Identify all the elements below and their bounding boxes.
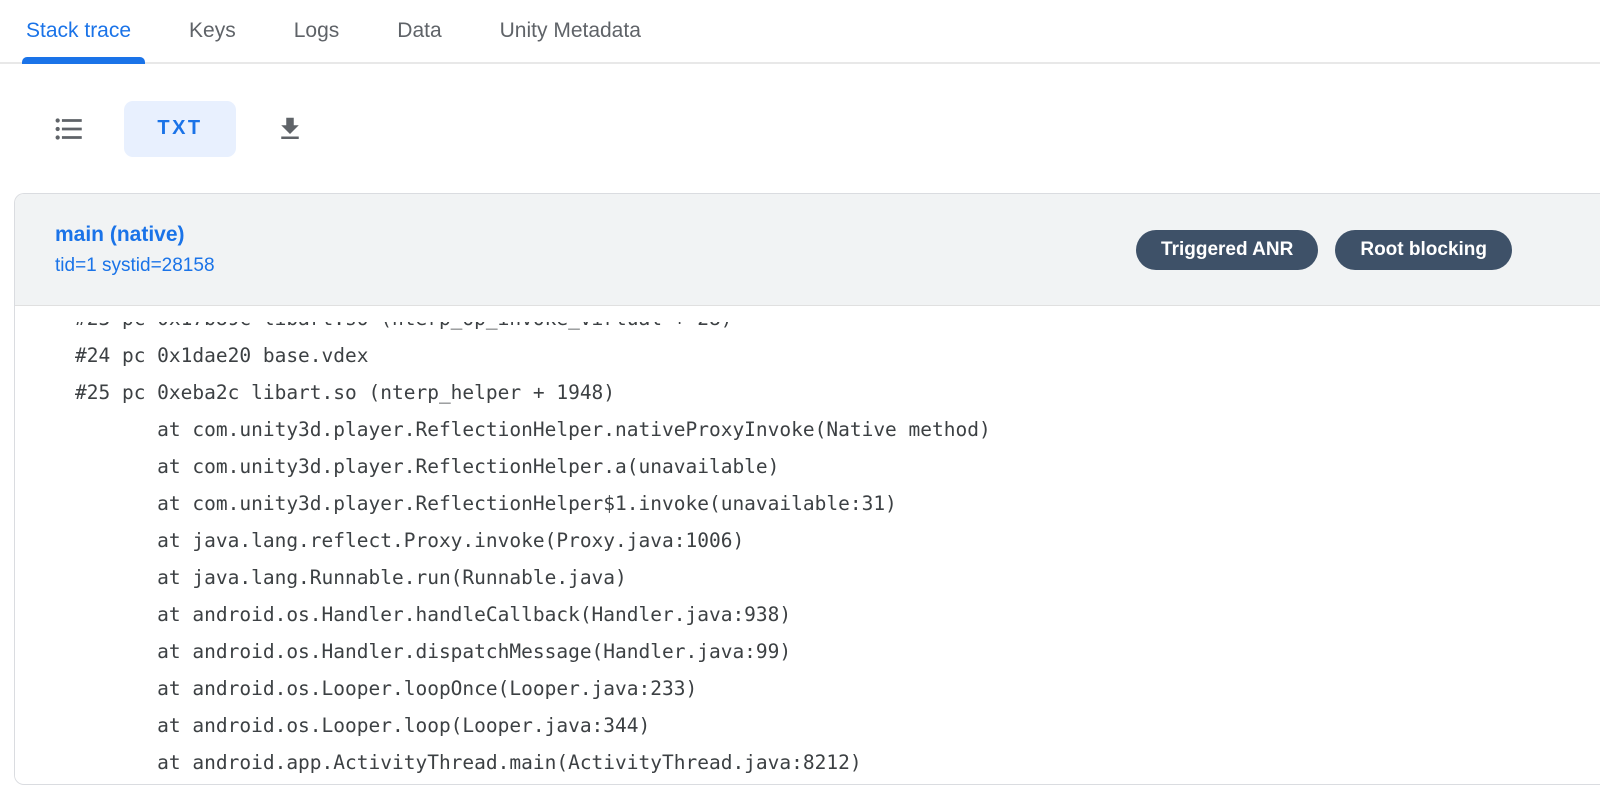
txt-view-button[interactable]: TXT [124, 101, 236, 157]
tab-data-label: Data [397, 19, 441, 43]
download-button[interactable] [275, 114, 305, 144]
badge-root-blocking: Root blocking [1335, 230, 1512, 270]
thread-card: main (native) tid=1 systid=28158 Trigger… [14, 193, 1600, 785]
active-tab-indicator [22, 57, 145, 64]
tab-keys[interactable]: Keys [189, 0, 236, 62]
stack-trace-scroll-area[interactable]: #23 pc 0x17b89c libart.so (nterp_op_invo… [15, 322, 1600, 783]
tab-stack-trace-label: Stack trace [26, 19, 131, 43]
thread-title: main (native) [55, 223, 215, 247]
tab-bar: Stack trace Keys Logs Data Unity Metadat… [0, 0, 1600, 64]
badge-triggered-anr: Triggered ANR [1136, 230, 1318, 270]
stack-trace-panel: #23 pc 0x17b89c libart.so (nterp_op_invo… [15, 306, 1600, 783]
tab-data[interactable]: Data [397, 0, 441, 62]
tab-keys-label: Keys [189, 19, 236, 43]
download-icon [275, 114, 305, 144]
thread-meta: tid=1 systid=28158 [55, 255, 215, 277]
tab-logs[interactable]: Logs [294, 0, 340, 62]
tab-unity-metadata-label: Unity Metadata [500, 19, 641, 43]
tab-stack-trace[interactable]: Stack trace [26, 0, 131, 62]
stack-trace-text: #23 pc 0x17b89c libart.so (nterp_op_invo… [15, 322, 1600, 783]
stack-trace-toolbar: TXT [0, 64, 1600, 193]
thread-badges: Triggered ANR Root blocking [1136, 230, 1512, 270]
list-view-button[interactable] [52, 112, 86, 146]
tab-logs-label: Logs [294, 19, 340, 43]
list-view-icon [52, 112, 86, 146]
thread-info: main (native) tid=1 systid=28158 [55, 223, 215, 277]
tab-unity-metadata[interactable]: Unity Metadata [500, 0, 641, 62]
thread-card-header: main (native) tid=1 systid=28158 Trigger… [15, 194, 1600, 306]
